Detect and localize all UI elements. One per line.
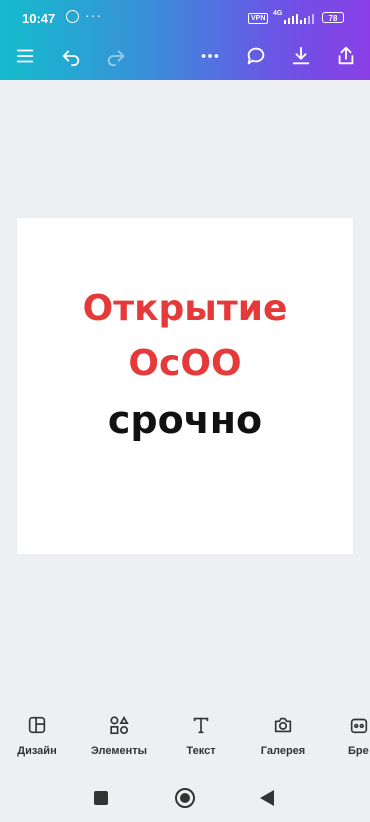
brand-tab[interactable]: Бре — [330, 705, 370, 757]
back-button[interactable] — [260, 790, 274, 806]
battery-icon: 78 — [322, 12, 344, 23]
bottom-toolbar: Дизайн Элементы Текст Галерея Бре — [0, 705, 370, 775]
status-overflow: ··· — [85, 7, 102, 23]
text-tab[interactable]: Текст — [166, 705, 236, 757]
status-time: 10:47 — [22, 11, 56, 26]
signal-icon-2 — [300, 14, 314, 24]
comment-icon[interactable] — [242, 42, 270, 70]
camera-icon — [248, 705, 318, 745]
brand-tab-label: Бре — [348, 745, 369, 757]
canvas-text-line-3[interactable]: срочно — [17, 398, 353, 442]
vpn-badge: VPN — [248, 13, 269, 24]
brand-icon — [330, 705, 370, 745]
design-tab[interactable]: Дизайн — [2, 705, 72, 757]
more-icon[interactable] — [196, 42, 224, 70]
text-tab-label: Текст — [186, 745, 216, 757]
download-icon[interactable] — [287, 42, 315, 70]
share-icon[interactable] — [332, 42, 360, 70]
recent-apps-button[interactable] — [94, 791, 108, 805]
elements-tab[interactable]: Элементы — [84, 705, 154, 757]
gallery-tab[interactable]: Галерея — [248, 705, 318, 757]
menu-icon[interactable] — [11, 42, 39, 70]
status-bar: 10:47 ··· VPN 4G 78 — [0, 0, 370, 36]
text-icon — [166, 705, 236, 745]
design-tab-label: Дизайн — [17, 745, 57, 757]
elements-tab-label: Элементы — [90, 745, 148, 757]
whatsapp-icon — [66, 10, 79, 23]
canvas-text-line-1[interactable]: Открытие — [17, 288, 353, 329]
elements-icon — [84, 705, 154, 745]
undo-icon[interactable] — [57, 42, 85, 70]
canvas-text-line-2[interactable]: ОсОО — [17, 343, 353, 384]
android-nav-bar — [0, 778, 370, 822]
redo-icon[interactable] — [102, 42, 130, 70]
top-toolbar: 10:47 ··· VPN 4G 78 — [0, 0, 370, 80]
design-icon — [2, 705, 72, 745]
gallery-tab-label: Галерея — [260, 745, 306, 757]
home-button[interactable] — [175, 788, 195, 808]
design-canvas-page[interactable]: Открытие ОсОО срочно — [17, 218, 353, 554]
network-type: 4G — [273, 10, 283, 17]
